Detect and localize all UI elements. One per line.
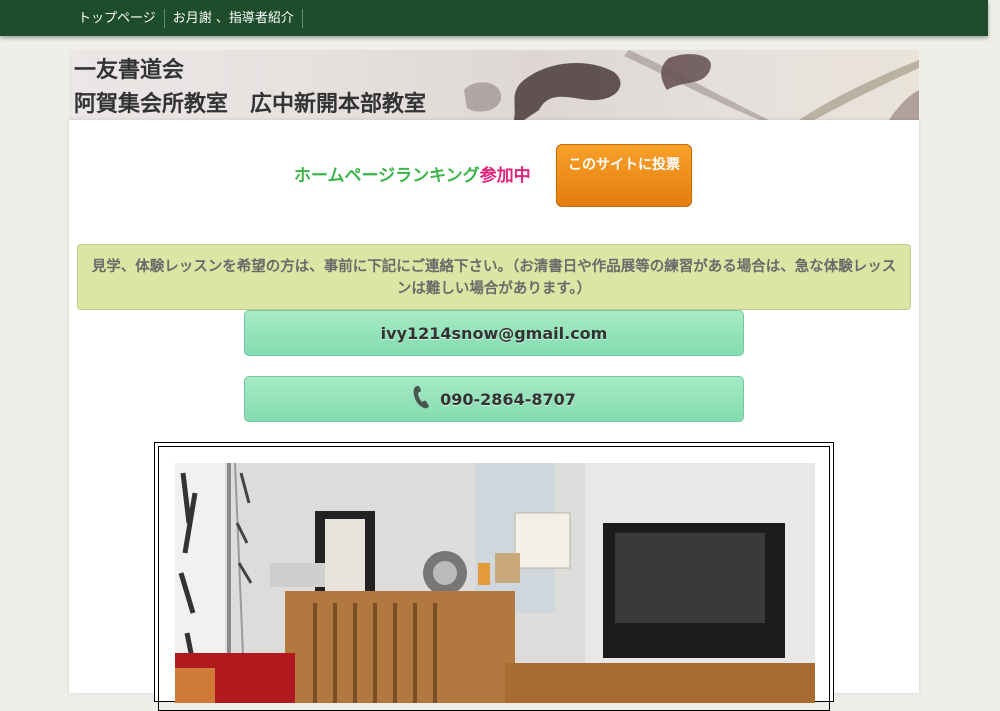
vote-button[interactable]: このサイトに投票 bbox=[556, 144, 692, 207]
ranking-label[interactable]: ホームページランキング参加中 bbox=[294, 165, 531, 187]
main-content: ホームページランキング参加中 このサイトに投票 見学、体験レッスンを希望の方は、… bbox=[69, 120, 919, 711]
email-label: ivy1214snow@gmail.com bbox=[380, 323, 608, 343]
ranking-label-green: ホームページランキング bbox=[294, 166, 480, 186]
phone-label: 090-2864-8707 bbox=[440, 389, 576, 409]
nav-item-fees-instructor[interactable]: お月謝 、指導者紹介 bbox=[165, 9, 303, 28]
site-title: 一友書道会 阿賀集会所教室 広中新開本部教室 bbox=[74, 58, 427, 117]
nav-item-top-page[interactable]: トップページ bbox=[70, 9, 165, 28]
header-banner: 一友書道会 阿賀集会所教室 広中新開本部教室 bbox=[69, 50, 919, 120]
email-button[interactable]: ivy1214snow@gmail.com bbox=[244, 310, 744, 356]
nav-menu: トップページ お月謝 、指導者紹介 bbox=[70, 9, 303, 28]
visit-notice: 見学、体験レッスンを希望の方は、事前に下記にご連絡下さい。（お清書日や作品展等の… bbox=[77, 244, 911, 310]
phone-handset-icon bbox=[412, 384, 432, 414]
classroom-photo-frame bbox=[154, 442, 834, 711]
phone-button[interactable]: 090-2864-8707 bbox=[244, 376, 744, 422]
top-navigation-bar: トップページ お月謝 、指導者紹介 bbox=[0, 0, 988, 36]
ranking-label-pink: 参加中 bbox=[479, 166, 531, 186]
classroom-photo bbox=[175, 463, 815, 703]
